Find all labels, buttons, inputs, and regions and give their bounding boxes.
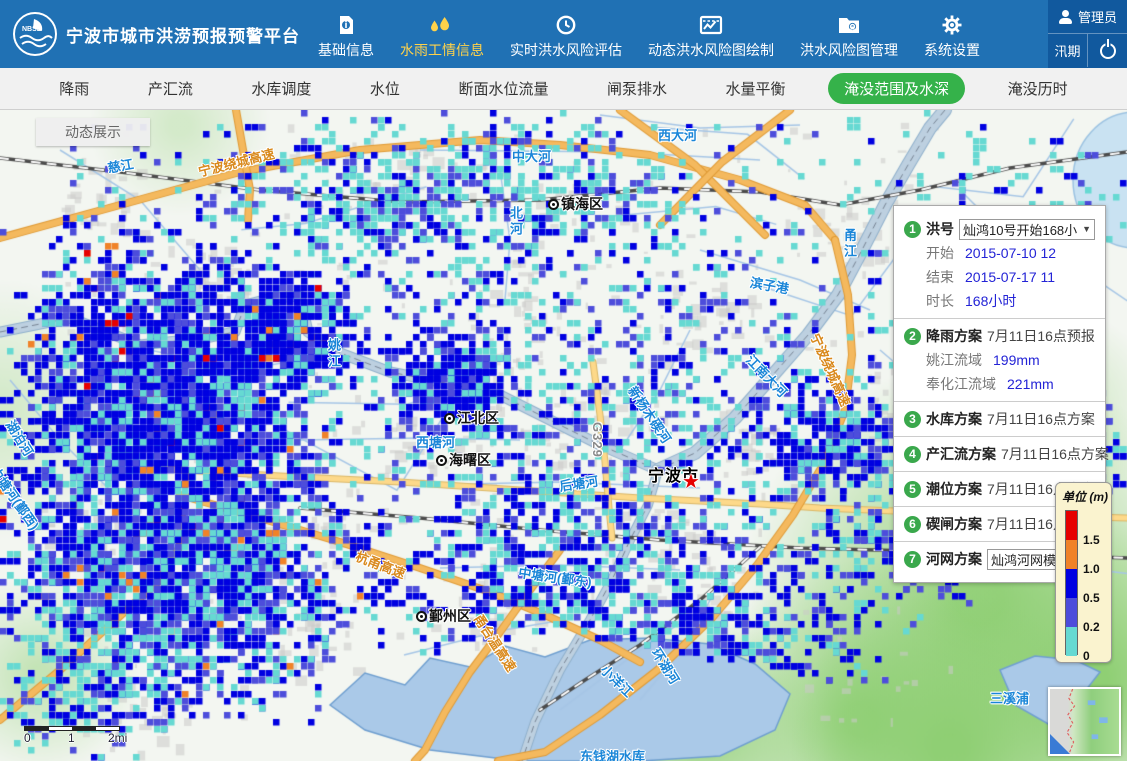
nav-label: 动态洪水风险图绘制 bbox=[648, 40, 774, 60]
legend-bar: 1.51.00.50.20 bbox=[1062, 510, 1107, 655]
chart-window-icon bbox=[699, 13, 723, 37]
city-star-icon: ★ bbox=[682, 472, 700, 492]
tab-gate-pump-drain[interactable]: 闸泵排水 bbox=[591, 73, 683, 104]
legend-segment bbox=[1066, 540, 1077, 569]
step-badge-2: 2 bbox=[904, 328, 921, 345]
flood-start-row: 开始2015-07-10 12 bbox=[904, 241, 1095, 265]
flood-id-label: 洪号 bbox=[926, 219, 954, 239]
brand: NBSL 宁波市城市洪涝预报预警平台 bbox=[0, 0, 300, 68]
user-box: 管理员 汛期 bbox=[1048, 0, 1127, 68]
animate-button[interactable]: 动态展示 bbox=[36, 118, 150, 146]
map-area: 动态展示 慈江宁波绕城高速中大河西大河镇海区北河滨子港甬江宁波绕城高速江南大河新… bbox=[0, 110, 1127, 761]
user-menu[interactable]: 管理员 bbox=[1048, 0, 1127, 34]
panel-section-flood-id: 1 洪号 灿鸿10号开始168小 ▼ 开始2015-07-10 12 结束201… bbox=[894, 212, 1105, 318]
minimap-toggle-icon[interactable] bbox=[1050, 734, 1070, 754]
step-badge-6: 6 bbox=[904, 516, 921, 533]
info-doc-icon bbox=[335, 13, 357, 37]
step-badge-7: 7 bbox=[904, 551, 921, 568]
legend-tick: 1.5 bbox=[1083, 533, 1100, 547]
gear-icon bbox=[941, 13, 963, 37]
flood-platform-app: NBSL 宁波市城市洪涝预报预警平台 基础信息 水雨工情信息 bbox=[0, 0, 1127, 761]
water-drops-icon bbox=[430, 13, 454, 37]
nav-label: 实时洪水风险评估 bbox=[510, 40, 622, 60]
tab-runoff[interactable]: 产汇流 bbox=[132, 73, 209, 104]
scale-label-0: 0 bbox=[24, 731, 31, 745]
nav-system-settings[interactable]: 系统设置 bbox=[924, 9, 980, 60]
main-nav: 基础信息 水雨工情信息 实时洪水风险评估 动态洪水风险图绘制 bbox=[318, 0, 980, 68]
caret-down-icon: ▼ bbox=[1082, 224, 1091, 234]
legend-segment bbox=[1066, 627, 1077, 656]
depth-legend: 单位 (m) 1.5 1.0 0.5 0.2 0 bbox=[1055, 482, 1112, 663]
user-icon bbox=[1058, 10, 1072, 24]
tab-reservoir-dispatch[interactable]: 水库调度 bbox=[235, 73, 327, 104]
flood-end-row: 结束2015-07-17 11 bbox=[904, 265, 1095, 289]
app-header: NBSL 宁波市城市洪涝预报预警平台 基础信息 水雨工情信息 bbox=[0, 0, 1127, 68]
header-bottom-row: 汛期 bbox=[1048, 34, 1127, 67]
nav-label: 系统设置 bbox=[924, 40, 980, 60]
nav-dynamic-riskmap[interactable]: 动态洪水风险图绘制 bbox=[648, 9, 774, 60]
overview-minimap[interactable] bbox=[1048, 687, 1121, 756]
legend-tick: 0.2 bbox=[1083, 620, 1100, 634]
legend-tick: 0.5 bbox=[1083, 591, 1100, 605]
scale-label-2: 2mi bbox=[108, 731, 127, 745]
step-badge-4: 4 bbox=[904, 446, 921, 463]
fenghuajiang-rain-row: 奉化江流域221mm bbox=[904, 372, 1095, 396]
scale-label-1: 1 bbox=[68, 731, 75, 745]
legend-tick: 0 bbox=[1083, 649, 1090, 663]
folder-lock-icon bbox=[837, 13, 861, 37]
legend-segment bbox=[1066, 511, 1077, 540]
scale-bar: 0 1 2mi bbox=[24, 726, 134, 752]
tab-water-balance[interactable]: 水量平衡 bbox=[710, 73, 802, 104]
nav-water-rain-info[interactable]: 水雨工情信息 bbox=[400, 9, 484, 60]
step-badge-3: 3 bbox=[904, 411, 921, 428]
legend-segment bbox=[1066, 569, 1077, 598]
step-badge-1: 1 bbox=[904, 221, 921, 238]
tab-flood-duration[interactable]: 淹没历时 bbox=[992, 73, 1084, 104]
nav-label: 水雨工情信息 bbox=[400, 40, 484, 60]
legend-title: 单位 (m) bbox=[1062, 488, 1107, 505]
clock-icon bbox=[555, 13, 577, 37]
nav-label: 基础信息 bbox=[318, 40, 374, 60]
logout-button[interactable] bbox=[1088, 34, 1127, 67]
legend-segment bbox=[1066, 598, 1077, 627]
panel-section-reservoir: 3 水库方案 7月11日16点方案 bbox=[894, 401, 1105, 436]
subnav: 降雨 产汇流 水库调度 水位 断面水位流量 闸泵排水 水量平衡 淹没范围及水深 … bbox=[0, 68, 1127, 110]
yaojiang-rain-row: 姚江流域199mm bbox=[904, 348, 1095, 372]
tab-flood-extent-depth[interactable]: 淹没范围及水深 bbox=[828, 73, 965, 104]
user-name: 管理员 bbox=[1078, 7, 1117, 26]
flood-id-select[interactable]: 灿鸿10号开始168小 ▼ bbox=[959, 219, 1095, 240]
step-badge-5: 5 bbox=[904, 481, 921, 498]
nav-label: 洪水风险图管理 bbox=[800, 40, 898, 60]
panel-section-rainfall: 2 降雨方案 7月11日16点预报 姚江流域199mm 奉化江流域221mm bbox=[894, 318, 1105, 401]
app-title: 宁波市城市洪涝预报预警平台 bbox=[66, 22, 300, 47]
season-button[interactable]: 汛期 bbox=[1048, 34, 1088, 67]
nav-realtime-risk[interactable]: 实时洪水风险评估 bbox=[510, 9, 622, 60]
svg-text:NBSL: NBSL bbox=[22, 26, 42, 33]
tab-section-flow[interactable]: 断面水位流量 bbox=[442, 73, 564, 104]
power-icon bbox=[1100, 43, 1116, 59]
tab-water-level[interactable]: 水位 bbox=[354, 73, 416, 104]
panel-section-runoff: 4 产汇流方案 7月11日16点方案 bbox=[894, 436, 1105, 471]
app-logo-icon: NBSL bbox=[12, 11, 58, 57]
tab-rainfall[interactable]: 降雨 bbox=[43, 73, 105, 104]
nav-riskmap-manage[interactable]: 洪水风险图管理 bbox=[800, 9, 898, 60]
nav-basic-info[interactable]: 基础信息 bbox=[318, 9, 374, 60]
flood-duration-row: 时长168小时 bbox=[904, 289, 1095, 313]
legend-tick: 1.0 bbox=[1083, 562, 1100, 576]
